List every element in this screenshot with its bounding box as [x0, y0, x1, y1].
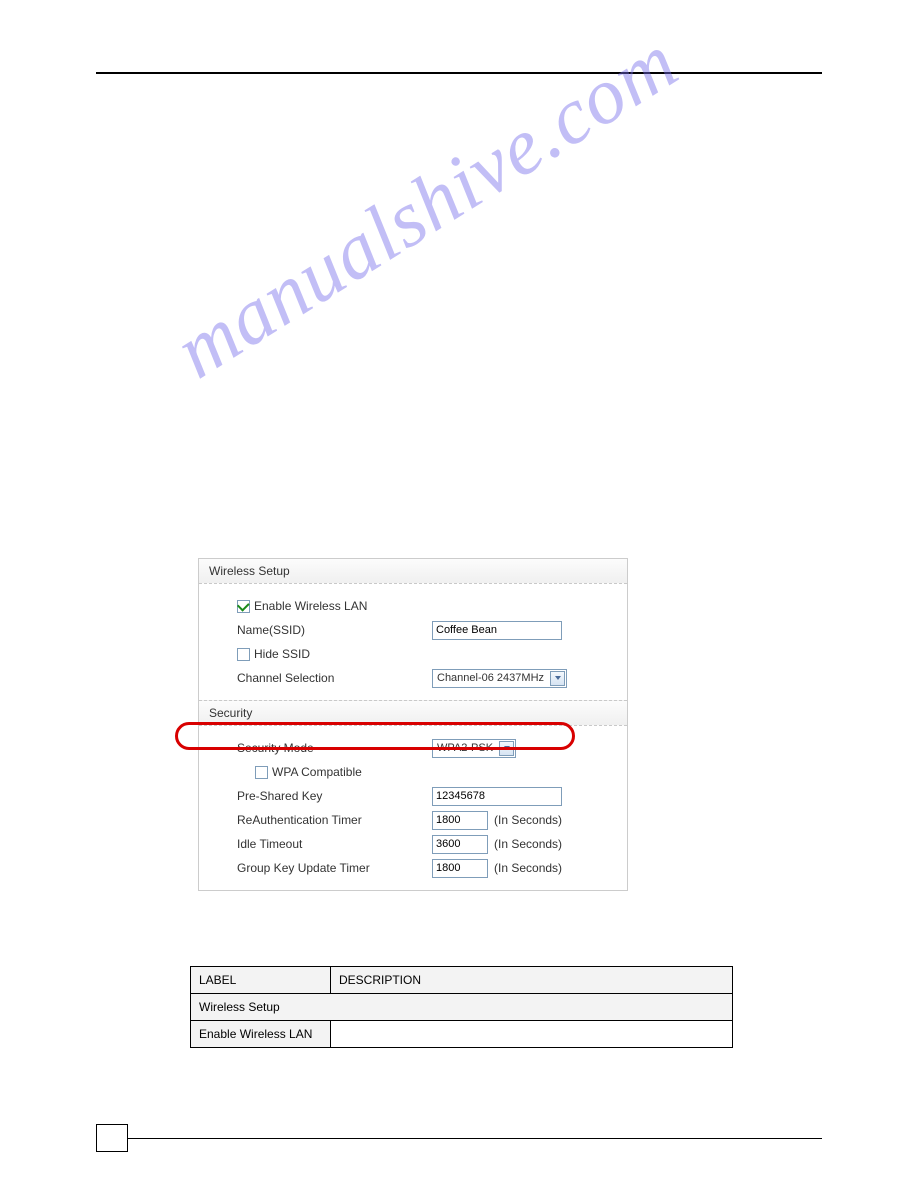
col-desc: DESCRIPTION — [331, 967, 733, 994]
reauth-label: ReAuthentication Timer — [237, 813, 432, 827]
security-mode-select[interactable]: WPA2-PSK — [432, 739, 516, 758]
chevron-down-icon — [555, 676, 561, 680]
security-mode-select-button[interactable] — [499, 741, 514, 756]
footer-page-box — [96, 1124, 128, 1152]
channel-select-value: Channel-06 2437MHz — [437, 672, 544, 684]
idle-input[interactable] — [432, 835, 488, 854]
security-mode-value: WPA2-PSK — [437, 742, 493, 754]
psk-label: Pre-Shared Key — [237, 789, 432, 803]
reauth-input[interactable] — [432, 811, 488, 830]
row-desc-cell — [331, 1021, 733, 1048]
psk-input[interactable] — [432, 787, 562, 806]
description-table: LABEL DESCRIPTION Wireless Setup Enable … — [190, 966, 733, 1048]
footer-rule — [128, 1138, 822, 1139]
section-cell: Wireless Setup — [191, 994, 733, 1021]
chevron-down-icon — [504, 746, 510, 750]
table-row: Enable Wireless LAN — [191, 1021, 733, 1048]
settings-panel: Wireless Setup Enable Wireless LAN Name(… — [198, 558, 628, 891]
top-rule — [96, 72, 822, 74]
ssid-label: Name(SSID) — [237, 623, 432, 637]
gkey-input[interactable] — [432, 859, 488, 878]
channel-select[interactable]: Channel-06 2437MHz — [432, 669, 567, 688]
idle-unit: (In Seconds) — [494, 837, 562, 851]
gkey-unit: (In Seconds) — [494, 861, 562, 875]
ssid-input[interactable] — [432, 621, 562, 640]
channel-label: Channel Selection — [237, 671, 432, 685]
col-label: LABEL — [191, 967, 331, 994]
wpa-compatible-label: WPA Compatible — [272, 765, 362, 779]
hide-ssid-checkbox[interactable] — [237, 648, 250, 661]
idle-label: Idle Timeout — [237, 837, 432, 851]
security-header: Security — [199, 700, 627, 726]
enable-wlan-label: Enable Wireless LAN — [254, 599, 367, 613]
security-mode-label: Security Mode — [237, 741, 432, 755]
wpa-compatible-checkbox[interactable] — [255, 766, 268, 779]
security-body: Security Mode WPA2-PSK WPA Compatible Pr… — [199, 726, 627, 890]
channel-select-button[interactable] — [550, 671, 565, 686]
enable-wlan-checkbox[interactable] — [237, 600, 250, 613]
wireless-setup-header: Wireless Setup — [199, 559, 627, 584]
table-section-row: Wireless Setup — [191, 994, 733, 1021]
row-label-cell: Enable Wireless LAN — [191, 1021, 331, 1048]
reauth-unit: (In Seconds) — [494, 813, 562, 827]
hide-ssid-label: Hide SSID — [254, 647, 310, 661]
wireless-setup-body: Enable Wireless LAN Name(SSID) Hide SSID… — [199, 584, 627, 700]
table-header-row: LABEL DESCRIPTION — [191, 967, 733, 994]
gkey-label: Group Key Update Timer — [237, 861, 432, 875]
